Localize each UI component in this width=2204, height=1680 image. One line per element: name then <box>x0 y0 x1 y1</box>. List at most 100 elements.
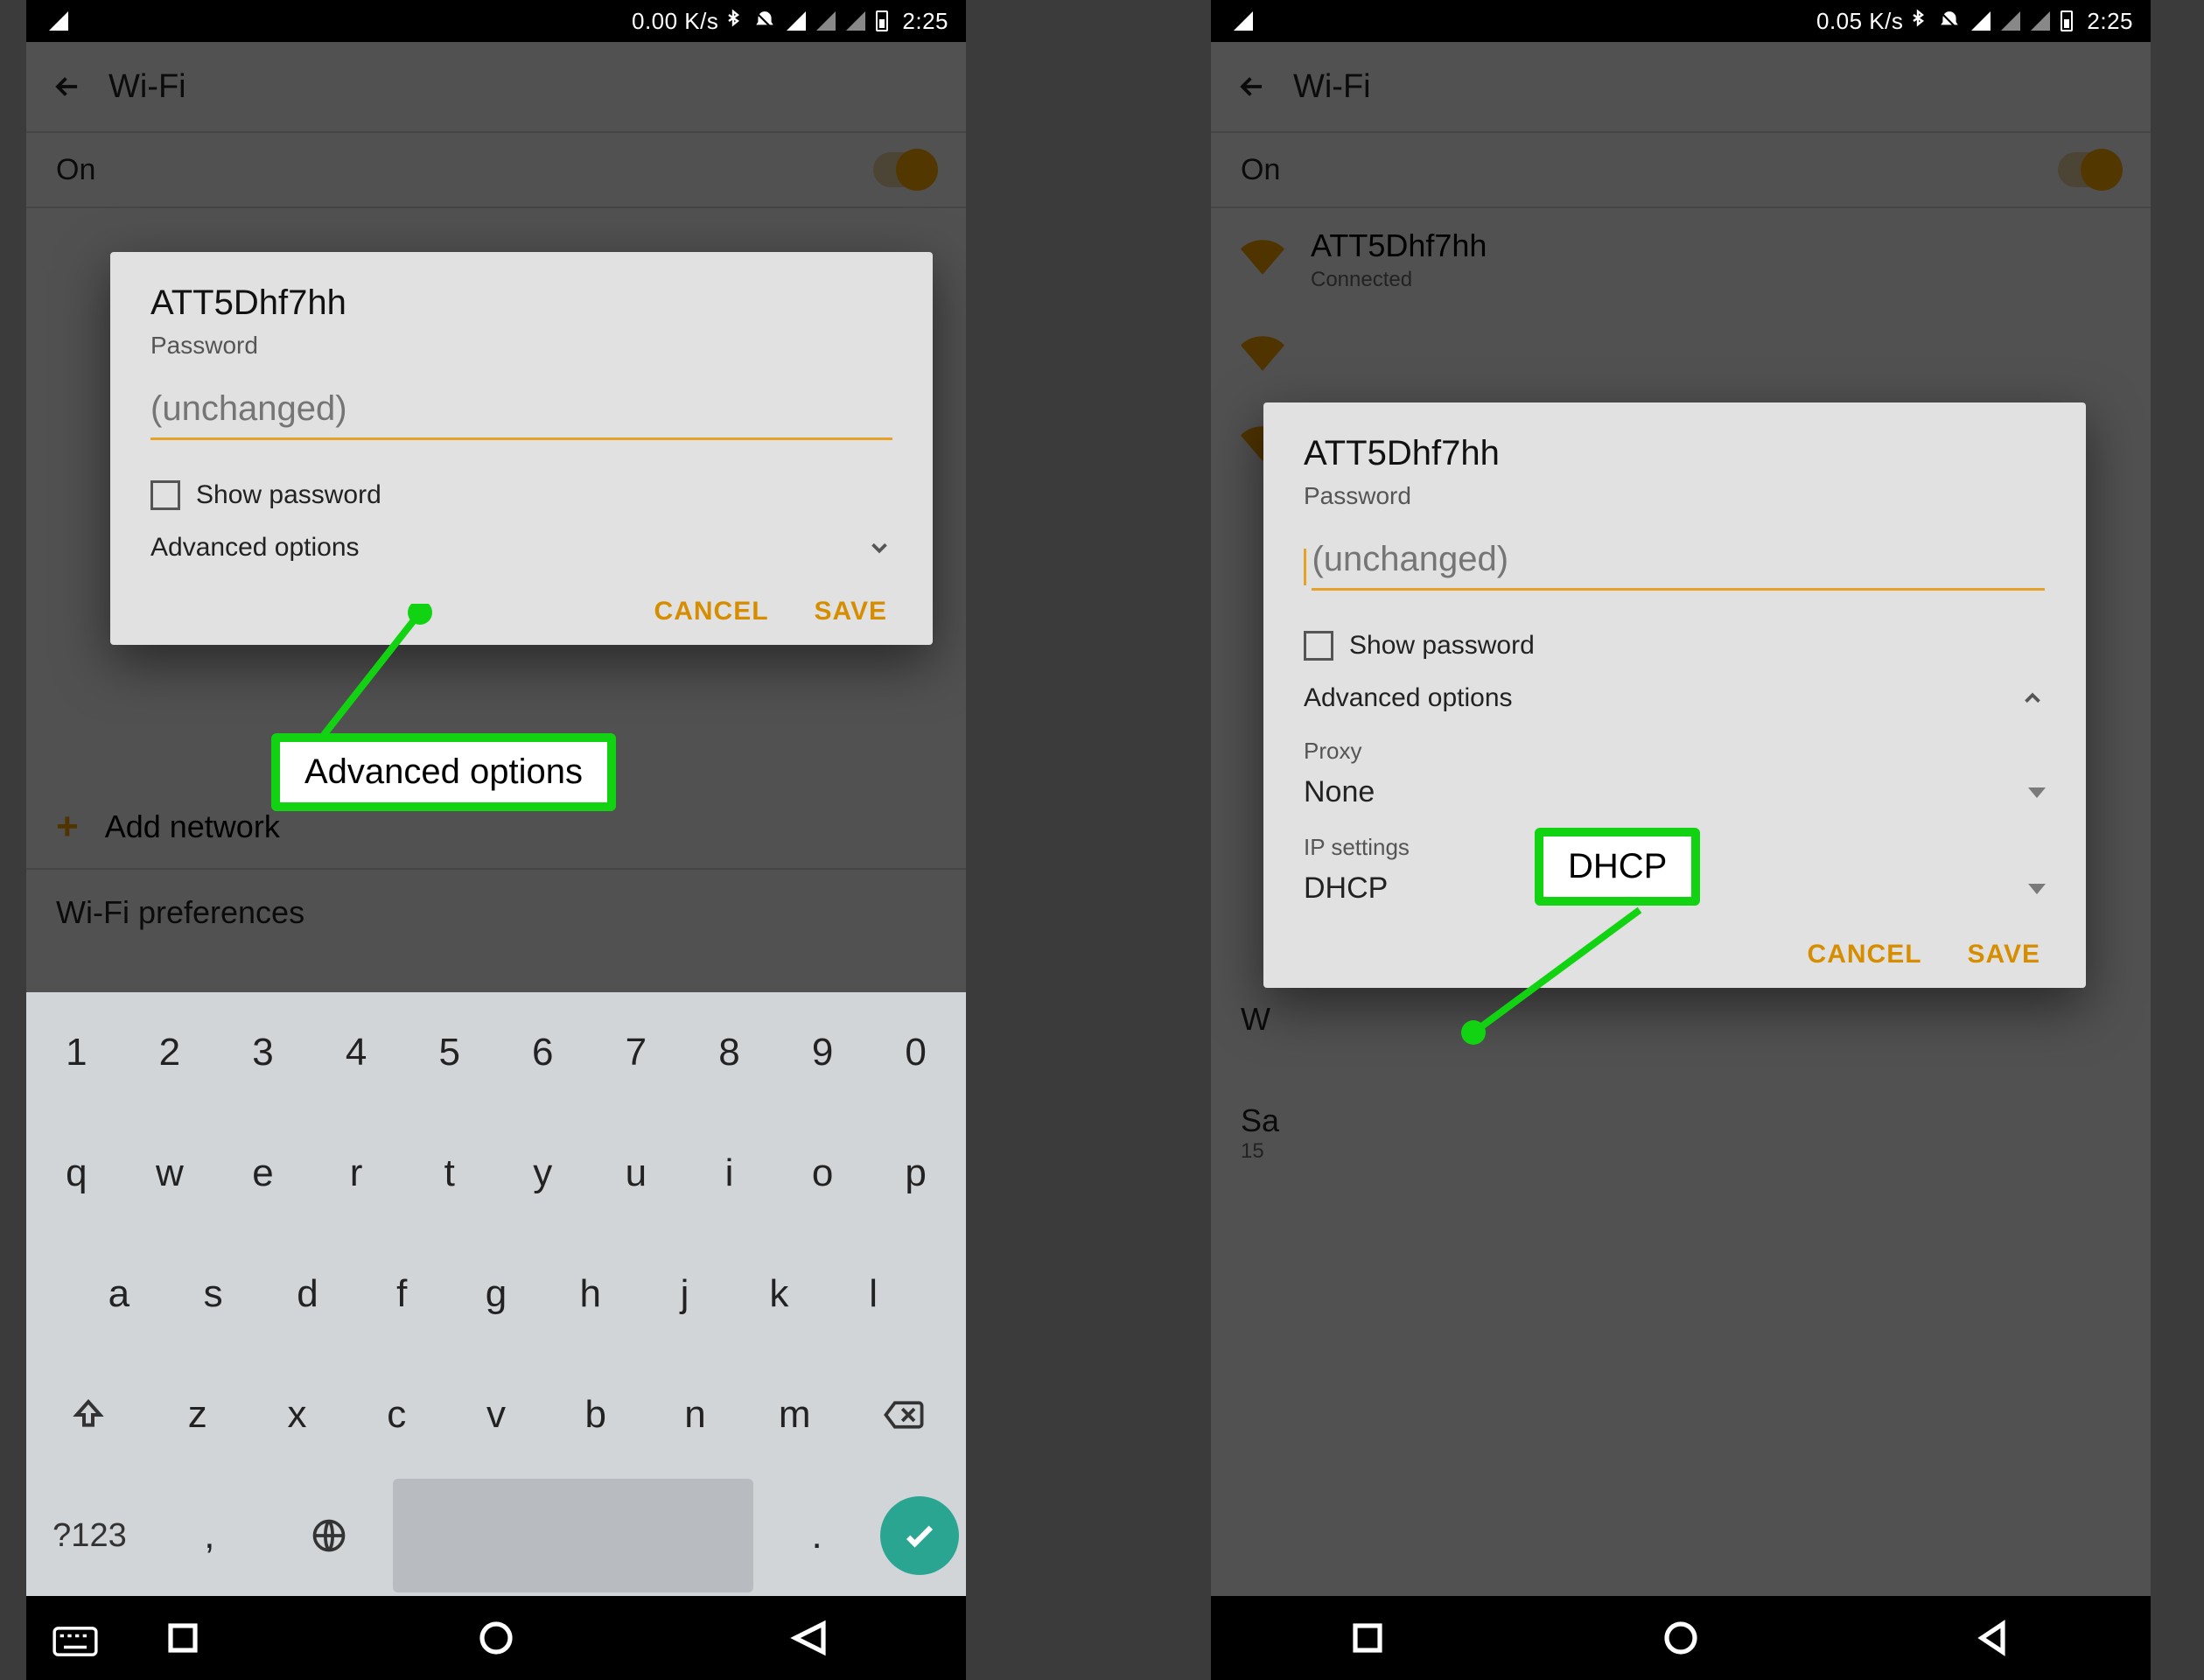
cancel-button[interactable]: CANCEL <box>1802 939 1928 970</box>
key-b[interactable]: b <box>549 1358 642 1472</box>
advanced-options-row[interactable]: Advanced options <box>1304 683 2046 713</box>
save-button[interactable]: SAVE <box>809 596 892 627</box>
key-9[interactable]: 9 <box>780 996 866 1110</box>
advanced-options-row[interactable]: Advanced options <box>150 533 892 563</box>
key-n[interactable]: n <box>649 1358 742 1472</box>
ip-settings-value: DHCP <box>1304 872 1388 906</box>
key-e[interactable]: e <box>220 1116 306 1230</box>
enter-key[interactable] <box>880 1496 959 1575</box>
signal-icon-2 <box>846 11 865 31</box>
wifi-icon <box>787 11 806 31</box>
dnd-icon <box>1938 10 1961 32</box>
shift-key[interactable] <box>33 1358 144 1472</box>
symbols-key[interactable]: ?123 <box>33 1479 146 1592</box>
wifi-edit-dialog: ATT5Dhf7hh Password Show password Advanc… <box>110 252 933 645</box>
key-g[interactable]: g <box>452 1237 540 1351</box>
key-d[interactable]: d <box>264 1237 352 1351</box>
key-f[interactable]: f <box>358 1237 445 1351</box>
dialog-ssid: ATT5Dhf7hh <box>1304 434 2046 473</box>
key-6[interactable]: 6 <box>500 996 586 1110</box>
nav-home-icon[interactable] <box>475 1617 517 1659</box>
key-5[interactable]: 5 <box>406 996 493 1110</box>
nav-bar <box>26 1596 966 1680</box>
advanced-options-label: Advanced options <box>150 533 360 563</box>
proxy-dropdown[interactable]: None <box>1304 775 2046 809</box>
bluetooth-icon <box>724 9 743 33</box>
key-m[interactable]: m <box>748 1358 841 1472</box>
advanced-options-label: Advanced options <box>1304 683 1513 713</box>
space-key[interactable] <box>393 1479 753 1592</box>
key-period[interactable]: . <box>760 1479 873 1592</box>
nav-recents-icon[interactable] <box>1347 1617 1389 1659</box>
key-c[interactable]: c <box>350 1358 443 1472</box>
proxy-value: None <box>1304 775 1375 809</box>
key-i[interactable]: i <box>686 1116 773 1230</box>
key-h[interactable]: h <box>547 1237 634 1351</box>
key-8[interactable]: 8 <box>686 996 773 1110</box>
key-3[interactable]: 3 <box>220 996 306 1110</box>
battery-icon <box>2061 10 2073 32</box>
key-l[interactable]: l <box>829 1237 917 1351</box>
nav-bar <box>1211 1596 2151 1680</box>
key-4[interactable]: 4 <box>313 996 400 1110</box>
dnd-icon <box>753 10 776 32</box>
key-0[interactable]: 0 <box>872 996 959 1110</box>
show-password-row[interactable]: Show password <box>1304 631 2046 661</box>
caret-down-icon <box>2028 884 2046 894</box>
key-s[interactable]: s <box>170 1237 257 1351</box>
password-label: Password <box>1304 482 2046 510</box>
key-a[interactable]: a <box>75 1237 163 1351</box>
network-rate: 0.00 K/s <box>632 8 718 35</box>
key-z[interactable]: z <box>151 1358 244 1472</box>
cancel-button[interactable]: CANCEL <box>649 596 774 627</box>
proxy-label: Proxy <box>1304 738 2046 765</box>
password-input[interactable] <box>150 384 892 440</box>
signal-icon <box>816 11 836 31</box>
chevron-down-icon <box>866 535 892 561</box>
key-2[interactable]: 2 <box>127 996 213 1110</box>
text-cursor <box>1304 549 1306 585</box>
key-p[interactable]: p <box>872 1116 959 1230</box>
key-j[interactable]: j <box>641 1237 729 1351</box>
key-x[interactable]: x <box>251 1358 344 1472</box>
nav-recents-icon[interactable] <box>162 1617 204 1659</box>
checkbox-icon <box>150 480 180 510</box>
nav-back-icon[interactable] <box>1973 1617 2015 1659</box>
key-comma[interactable]: , <box>153 1479 266 1592</box>
status-bar: 0.00 K/s 2:25 <box>26 0 966 42</box>
show-password-label: Show password <box>196 480 381 510</box>
key-o[interactable]: o <box>780 1116 866 1230</box>
wifi-status-icon <box>49 11 68 31</box>
bluetooth-icon <box>1908 9 1928 33</box>
keyboard-switch-icon[interactable] <box>52 1624 98 1659</box>
wifi-status-icon <box>1234 11 1253 31</box>
chevron-up-icon <box>2019 685 2046 711</box>
soft-keyboard[interactable]: 1234567890 qwertyuiop asdfghjkl zxcvbnm … <box>26 992 966 1596</box>
key-v[interactable]: v <box>450 1358 542 1472</box>
dialog-ssid: ATT5Dhf7hh <box>150 284 892 323</box>
key-k[interactable]: k <box>735 1237 822 1351</box>
nav-home-icon[interactable] <box>1660 1617 1702 1659</box>
wifi-icon <box>1971 11 1991 31</box>
nav-back-icon[interactable] <box>788 1617 830 1659</box>
callout-dhcp: DHCP <box>1535 828 1700 906</box>
key-q[interactable]: q <box>33 1116 120 1230</box>
key-1[interactable]: 1 <box>33 996 120 1110</box>
callout-advanced-options: Advanced options <box>271 733 616 811</box>
save-button[interactable]: SAVE <box>1963 939 2046 970</box>
language-key[interactable] <box>273 1479 386 1592</box>
key-u[interactable]: u <box>593 1116 680 1230</box>
password-label: Password <box>150 332 892 360</box>
key-r[interactable]: r <box>313 1116 400 1230</box>
phone-left: 0.00 K/s 2:25 Wi-Fi On + Add network <box>26 0 966 1680</box>
signal-icon <box>2001 11 2020 31</box>
show-password-row[interactable]: Show password <box>150 480 892 510</box>
key-y[interactable]: y <box>500 1116 586 1230</box>
clock: 2:25 <box>2087 8 2133 35</box>
backspace-key[interactable] <box>848 1358 959 1472</box>
key-7[interactable]: 7 <box>593 996 680 1110</box>
key-t[interactable]: t <box>406 1116 493 1230</box>
key-w[interactable]: w <box>127 1116 213 1230</box>
password-input[interactable] <box>1312 535 2045 591</box>
network-rate: 0.05 K/s <box>1816 8 1903 35</box>
